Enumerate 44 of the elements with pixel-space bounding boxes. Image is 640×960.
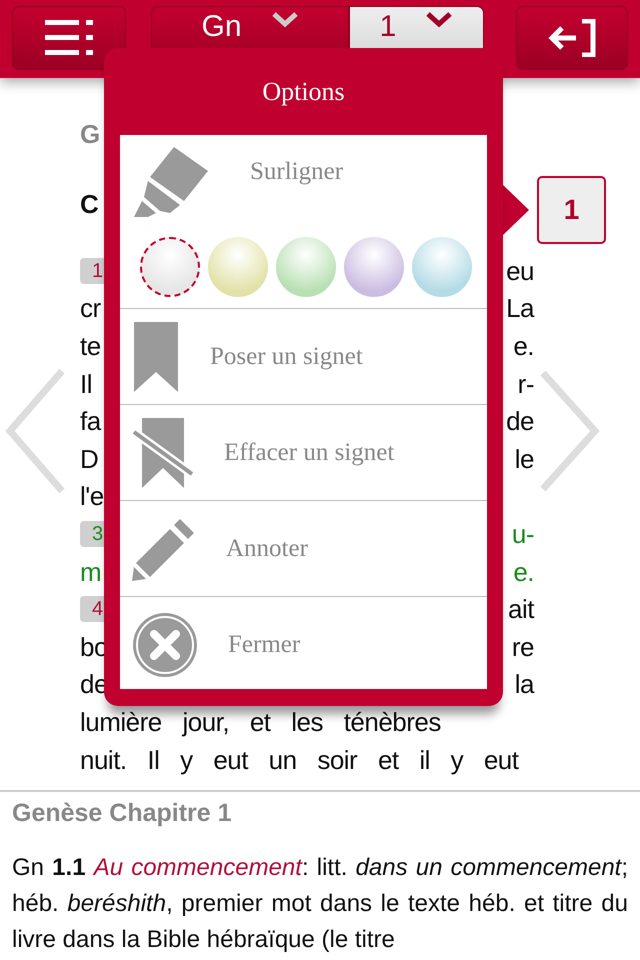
verse-text: la	[514, 671, 534, 698]
pencil-icon	[132, 516, 196, 580]
popup-title: Options	[261, 76, 346, 108]
verse-text: nuit. Il y eut un soir et il y eut	[80, 746, 518, 773]
exit-icon	[548, 19, 596, 57]
menu-button[interactable]	[12, 6, 126, 70]
verse-text: r-	[518, 370, 534, 397]
highlight-button[interactable]: Surligner	[250, 153, 344, 190]
bookmark-icon	[132, 322, 180, 392]
menu-item[interactable]: Effacer un signet	[120, 404, 487, 500]
bookmark-slash-icon	[132, 418, 194, 488]
exit-button[interactable]	[516, 6, 628, 70]
verse-text: le	[514, 446, 534, 472]
verse-text: de	[506, 408, 534, 434]
menu-item[interactable]: Annoter	[120, 500, 487, 596]
verse-text: G	[80, 121, 100, 147]
menu-item[interactable]: Poser un signet	[120, 308, 487, 404]
verse-text: Il	[80, 370, 92, 397]
verse-text: re	[512, 634, 534, 660]
menu-item[interactable]: Fermer	[120, 596, 487, 692]
verse-text: fa	[80, 408, 101, 434]
verse-text: eu	[506, 258, 534, 284]
verse-text: u-	[512, 520, 534, 547]
notes-heading: Genèse Chapitre 1	[12, 798, 233, 828]
highlighter-icon	[134, 145, 210, 217]
close-icon	[132, 612, 198, 678]
previous-chevron-icon[interactable]	[5, 368, 65, 494]
verse-text: ait	[508, 596, 534, 622]
verse-text: e.	[513, 558, 534, 585]
verse-marker-button[interactable]: 1	[537, 176, 606, 244]
verse-text: D	[80, 446, 98, 472]
caret-icon	[272, 12, 298, 28]
verse-text: l'e	[80, 483, 104, 510]
next-chevron-icon[interactable]	[540, 370, 600, 492]
verse-text: C	[80, 191, 98, 217]
footnote-text: Gn 1.1 Au commencement: litt. dans un commencement; héb. beréshith, premier mot dans le texte héb. et titre du livre dans la Bible hébraïque (le titre	[12, 853, 628, 955]
menu-icon	[44, 20, 93, 56]
verse-text: lumière jour, et les ténèbres	[80, 708, 441, 735]
verse-text: cr	[80, 295, 101, 322]
verse-text: m	[80, 558, 102, 585]
caret-icon	[426, 12, 452, 28]
verse-text: La	[506, 295, 534, 322]
verse-text: e.	[513, 332, 534, 359]
verse-text: te	[80, 332, 101, 359]
